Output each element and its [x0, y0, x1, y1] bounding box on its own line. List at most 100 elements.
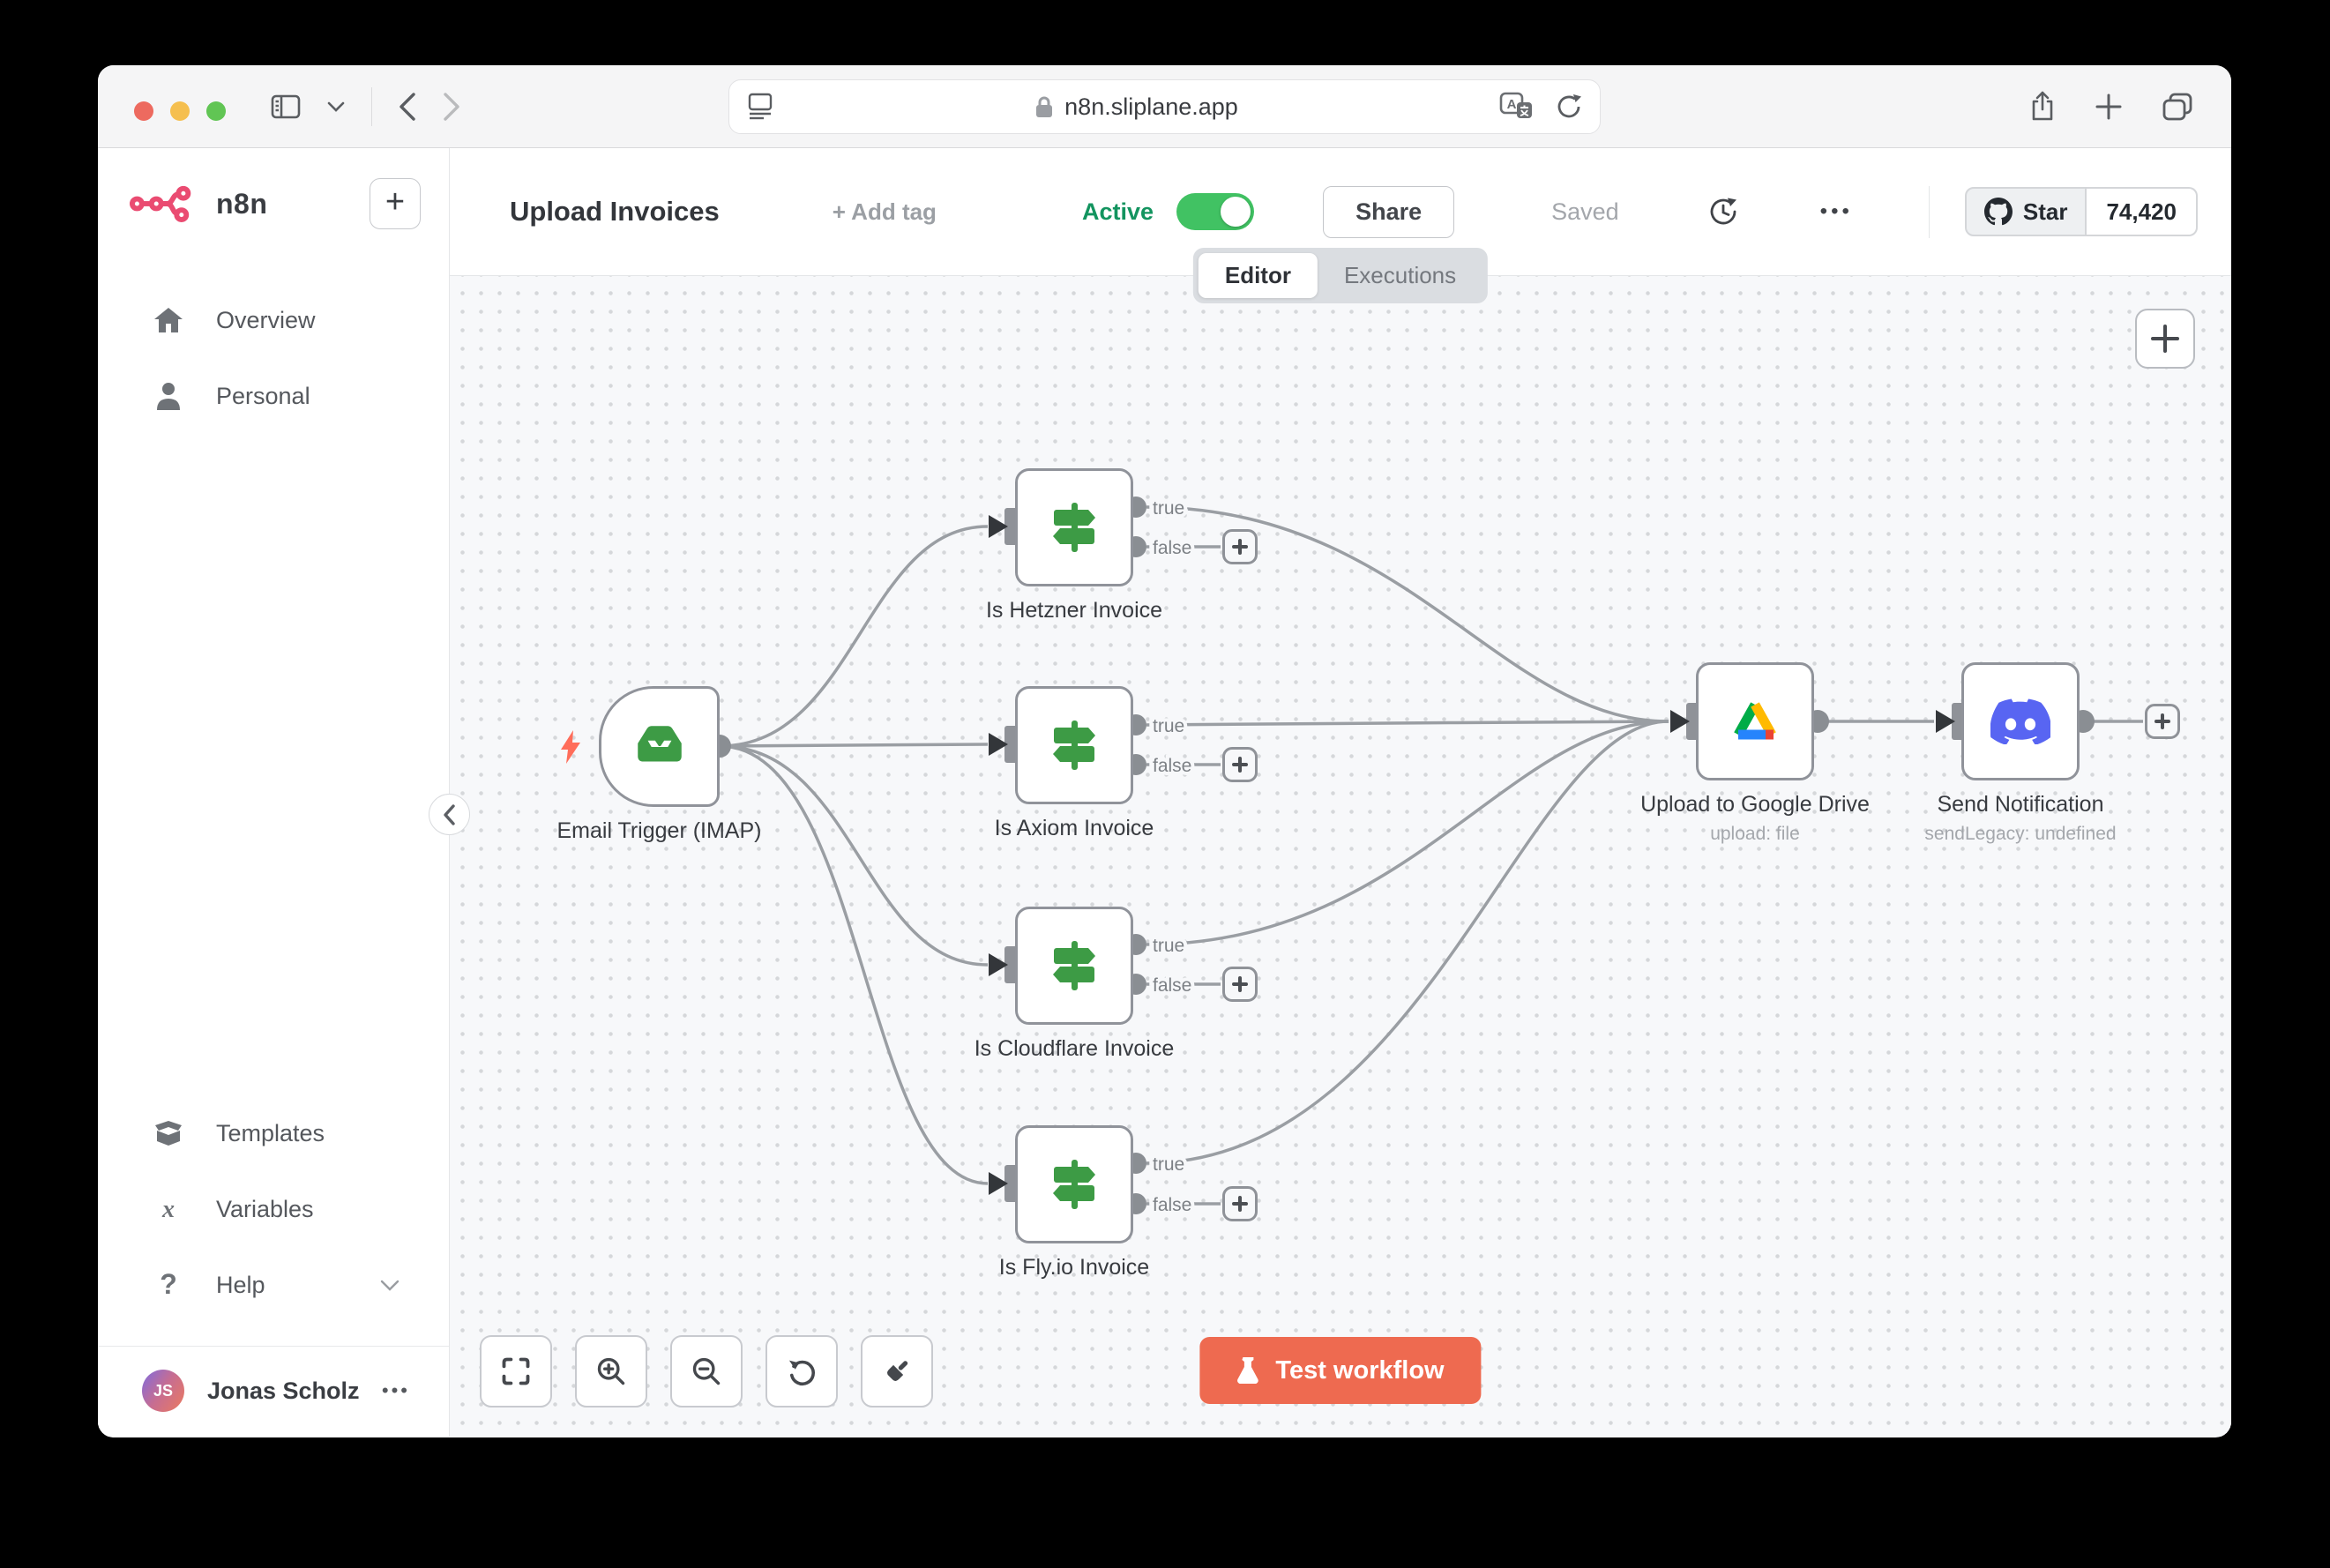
- node-label: Is Cloudflare Invoice: [871, 1036, 1277, 1062]
- svg-text:x: x: [161, 1197, 175, 1221]
- sidebar-chevron-icon[interactable]: [327, 101, 345, 112]
- sidebar-item-label: Help: [216, 1272, 265, 1299]
- url-text: n8n.sliplane.app: [1064, 93, 1238, 121]
- node-is-axiom-invoice[interactable]: Is Axiom Invoice: [1015, 686, 1133, 804]
- minimize-window-button[interactable]: [170, 101, 190, 121]
- workflow-title[interactable]: Upload Invoices: [510, 196, 720, 228]
- new-workflow-button[interactable]: +: [370, 178, 421, 229]
- forward-button[interactable]: [443, 92, 460, 122]
- reset-zoom-button[interactable]: [765, 1335, 838, 1407]
- user-name: Jonas Scholz: [207, 1378, 360, 1405]
- zoom-in-button[interactable]: [575, 1335, 647, 1407]
- sidebar-item-overview[interactable]: Overview: [98, 282, 449, 358]
- reader-view-icon[interactable]: [747, 92, 773, 122]
- node-label: Is Axiom Invoice: [871, 816, 1277, 841]
- sidebar-item-help[interactable]: ? Help: [98, 1247, 449, 1323]
- zoom-out-button[interactable]: [670, 1335, 743, 1407]
- reload-icon[interactable]: [1556, 93, 1582, 121]
- node-is-cloudflare-invoice[interactable]: Is Cloudflare Invoice: [1015, 907, 1133, 1025]
- github-star-widget[interactable]: Star 74,420: [1965, 187, 2198, 236]
- workflow-canvas[interactable]: true false true false true false true fa…: [450, 276, 2231, 1437]
- node-email-trigger[interactable]: Email Trigger (IMAP): [599, 686, 720, 807]
- back-button[interactable]: [399, 92, 416, 122]
- collapse-sidebar-button[interactable]: [429, 794, 470, 835]
- test-workflow-label: Test workflow: [1275, 1356, 1444, 1385]
- add-node-button[interactable]: [1222, 967, 1258, 1002]
- browser-toolbar: n8n.sliplane.app A: [98, 65, 2231, 148]
- canvas-controls: [480, 1335, 933, 1407]
- sidebar-item-personal[interactable]: Personal: [98, 358, 449, 434]
- node-label: Is Hetzner Invoice: [871, 598, 1277, 623]
- add-node-button[interactable]: [1222, 747, 1258, 782]
- address-bar[interactable]: n8n.sliplane.app A: [728, 79, 1601, 134]
- new-tab-icon[interactable]: [2095, 93, 2122, 120]
- test-workflow-button[interactable]: Test workflow: [1199, 1337, 1481, 1404]
- node-upload-google-drive[interactable]: Upload to Google Drive upload: file: [1696, 662, 1814, 780]
- add-tag-button[interactable]: + Add tag: [833, 198, 937, 226]
- share-button[interactable]: Share: [1323, 186, 1454, 238]
- chevron-down-icon: [380, 1280, 400, 1291]
- node-is-hetzner-invoice[interactable]: Is Hetzner Invoice: [1015, 468, 1133, 586]
- lock-icon: [1034, 94, 1054, 119]
- svg-text:false: false: [1153, 756, 1191, 776]
- svg-text:true: true: [1153, 716, 1184, 736]
- active-label: Active: [1082, 198, 1154, 226]
- sidebar-item-variables[interactable]: x Variables: [98, 1171, 449, 1247]
- user-menu-button[interactable]: •••: [382, 1379, 410, 1402]
- add-node-button[interactable]: [2145, 704, 2180, 739]
- sidebar-toggle-icon[interactable]: [271, 94, 301, 119]
- browser-window: n8n.sliplane.app A: [98, 65, 2231, 1437]
- more-options-button[interactable]: •••: [1820, 199, 1853, 224]
- tab-overview-icon[interactable]: [2162, 93, 2192, 121]
- sidebar-item-templates[interactable]: Templates: [98, 1095, 449, 1171]
- active-toggle[interactable]: [1176, 193, 1254, 230]
- zoom-window-button[interactable]: [206, 101, 226, 121]
- question-icon: ?: [153, 1270, 184, 1300]
- sidebar-item-label: Templates: [216, 1120, 325, 1147]
- history-icon[interactable]: [1707, 196, 1739, 228]
- svg-text:true: true: [1153, 1154, 1184, 1175]
- svg-text:A: A: [1507, 97, 1517, 112]
- toolbar-divider: [371, 87, 372, 126]
- home-icon: [153, 306, 184, 334]
- user-row[interactable]: JS Jonas Scholz •••: [98, 1346, 449, 1437]
- sidebar: n8n + Overview: [98, 148, 450, 1437]
- n8n-logo-icon: [130, 182, 204, 226]
- zoom-to-fit-button[interactable]: [480, 1335, 552, 1407]
- svg-text:false: false: [1153, 1195, 1191, 1215]
- tab-executions[interactable]: Executions: [1318, 253, 1482, 298]
- signpost-icon: [1018, 471, 1131, 584]
- star-label: Star: [2023, 198, 2068, 226]
- signpost-icon: [1018, 909, 1131, 1022]
- close-window-button[interactable]: [134, 101, 153, 121]
- add-node-button[interactable]: [1222, 1186, 1258, 1221]
- discord-icon: [1964, 665, 2077, 778]
- add-node-panel-button[interactable]: [2135, 309, 2195, 369]
- box-icon: [153, 1120, 184, 1146]
- node-is-flyio-invoice[interactable]: Is Fly.io Invoice: [1015, 1125, 1133, 1243]
- translate-icon[interactable]: A: [1499, 92, 1535, 122]
- inbox-icon: [601, 689, 717, 804]
- sidebar-item-label: Variables: [216, 1196, 314, 1223]
- node-sublabel: sendLegacy: undefined: [1818, 824, 2223, 845]
- signpost-icon: [1018, 1128, 1131, 1241]
- brand-name: n8n: [216, 188, 267, 220]
- sidebar-item-label: Overview: [216, 307, 316, 334]
- saved-status: Saved: [1551, 198, 1619, 226]
- node-label: Is Fly.io Invoice: [871, 1255, 1277, 1281]
- tab-editor[interactable]: Editor: [1199, 253, 1318, 298]
- lightning-icon: [559, 730, 582, 764]
- avatar[interactable]: JS: [142, 1370, 184, 1412]
- svg-text:true: true: [1153, 498, 1184, 519]
- google-drive-icon: [1699, 665, 1811, 778]
- variable-x-icon: x: [153, 1197, 184, 1221]
- share-page-icon[interactable]: [2030, 91, 2055, 123]
- svg-text:?: ?: [160, 1270, 177, 1300]
- person-icon: [153, 382, 184, 410]
- github-icon: [1984, 198, 2013, 226]
- tidy-up-button[interactable]: [861, 1335, 933, 1407]
- connections-layer: true false true false true false true fa…: [450, 276, 2231, 1437]
- svg-text:true: true: [1153, 936, 1184, 956]
- node-send-notification[interactable]: Send Notification sendLegacy: undefined: [1961, 662, 2080, 780]
- add-node-button[interactable]: [1222, 529, 1258, 564]
